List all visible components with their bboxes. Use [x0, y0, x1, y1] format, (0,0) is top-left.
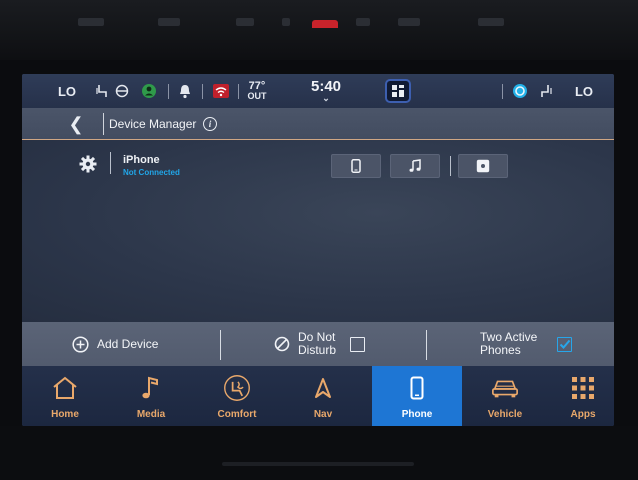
status-bar: LO 77° OUT 5:40 ⌄ LO — [22, 74, 614, 108]
nav-media[interactable]: Media — [108, 366, 194, 426]
nav-apps[interactable]: Apps — [552, 366, 614, 426]
phone-icon — [403, 374, 431, 402]
action-divider — [426, 330, 427, 360]
do-not-disturb-checkbox[interactable] — [350, 336, 366, 352]
alexa-icon[interactable] — [511, 74, 529, 108]
infotainment-screen: LO 77° OUT 5:40 ⌄ LO ❮ Device Manager i … — [22, 74, 614, 426]
device-name[interactable]: iPhone — [123, 154, 160, 166]
nav-home[interactable]: Home — [22, 366, 108, 426]
wifi-icon[interactable] — [212, 74, 230, 108]
two-active-phones-label: Two Active Phones — [480, 331, 537, 357]
seat-heat-icon[interactable] — [94, 74, 110, 108]
status-divider — [168, 84, 169, 99]
apps-grid-icon — [569, 374, 597, 402]
two-active-phones-checkbox[interactable] — [557, 336, 573, 352]
checkmark-icon — [559, 339, 571, 349]
two-active-phones-line2: Phones — [480, 343, 521, 357]
comfort-icon — [223, 374, 251, 402]
header-divider — [103, 113, 104, 135]
action-divider — [220, 330, 221, 360]
device-divider — [110, 152, 111, 174]
temperature-label: OUT — [247, 91, 267, 101]
nav-navigation[interactable]: Nav — [280, 366, 366, 426]
nav-vehicle[interactable]: Vehicle — [462, 366, 548, 426]
music-note-icon — [137, 374, 165, 402]
status-divider — [502, 84, 503, 99]
notification-bell-icon[interactable] — [177, 74, 193, 108]
bezel-button — [282, 18, 290, 26]
media-player-icon — [476, 159, 490, 173]
outside-temperature: 77° OUT — [244, 74, 270, 108]
bezel-button — [398, 18, 420, 26]
status-divider — [202, 84, 203, 99]
navigation-arrow-icon — [309, 374, 337, 402]
media-profile-button[interactable] — [458, 154, 508, 178]
passenger-seat-icon[interactable] — [538, 74, 554, 108]
nav-navigation-label: Nav — [313, 409, 333, 420]
phone-profile-button[interactable] — [331, 154, 381, 178]
bezel-button — [158, 18, 180, 26]
passenger-temp-setting[interactable]: LO — [573, 74, 595, 108]
hazard-button — [312, 20, 338, 28]
bottom-nav: Home Media Comfort Nav Phone Vehicle App… — [22, 366, 614, 426]
nav-comfort-label: Comfort — [217, 409, 257, 420]
driver-profile-icon[interactable] — [140, 74, 158, 108]
nav-home-label: Home — [51, 409, 79, 420]
phone-icon — [351, 159, 361, 173]
nav-comfort[interactable]: Comfort — [194, 366, 280, 426]
bezel-button — [78, 18, 104, 26]
add-device-label: Add Device — [97, 337, 159, 351]
bezel-top — [0, 0, 638, 60]
vehicle-icon — [491, 374, 519, 402]
two-active-phones-toggle[interactable]: Two Active Phones — [480, 322, 573, 366]
clock[interactable]: 5:40 ⌄ — [306, 74, 346, 108]
home-icon — [51, 374, 79, 402]
chevron-left-icon: ❮ — [68, 113, 84, 134]
clock-time: 5:40 — [310, 78, 342, 95]
action-bar: Add Device Do Not Disturb Two Active Pho… — [22, 322, 614, 366]
nav-media-label: Media — [136, 409, 166, 420]
app-drawer-icon — [392, 85, 404, 97]
page-header: ❮ Device Manager i — [22, 108, 614, 140]
steering-heat-icon[interactable] — [114, 74, 130, 108]
bezel-button — [236, 18, 254, 26]
info-icon[interactable]: i — [203, 117, 217, 131]
nav-phone-label: Phone — [401, 409, 433, 420]
do-not-disturb-label: Do Not Disturb — [298, 331, 336, 357]
device-status: Not Connected — [123, 168, 180, 177]
do-not-disturb-toggle[interactable]: Do Not Disturb — [274, 322, 366, 366]
audio-profile-button[interactable] — [390, 154, 440, 178]
bezel-trim — [222, 462, 414, 466]
gear-icon[interactable] — [78, 154, 98, 174]
add-circle-icon — [72, 335, 89, 353]
driver-temp-setting[interactable]: LO — [56, 74, 78, 108]
add-device-button[interactable]: Add Device — [72, 322, 158, 366]
app-drawer-button[interactable] — [385, 79, 411, 103]
chevron-down-icon: ⌄ — [322, 93, 330, 103]
page-title: Device Manager — [109, 117, 197, 131]
bezel-button — [356, 18, 370, 26]
status-divider — [238, 84, 239, 99]
back-button[interactable]: ❮ — [64, 108, 88, 140]
nav-apps-label: Apps — [570, 409, 596, 420]
nav-phone[interactable]: Phone — [372, 366, 462, 426]
profile-divider — [450, 156, 451, 176]
device-list: iPhone Not Connected — [22, 140, 614, 322]
bezel-bottom — [0, 426, 638, 480]
do-not-disturb-line2: Disturb — [298, 343, 337, 357]
music-note-icon — [409, 159, 421, 172]
nav-vehicle-label: Vehicle — [487, 409, 523, 420]
bezel-button — [478, 18, 504, 26]
do-not-disturb-icon — [274, 336, 290, 352]
